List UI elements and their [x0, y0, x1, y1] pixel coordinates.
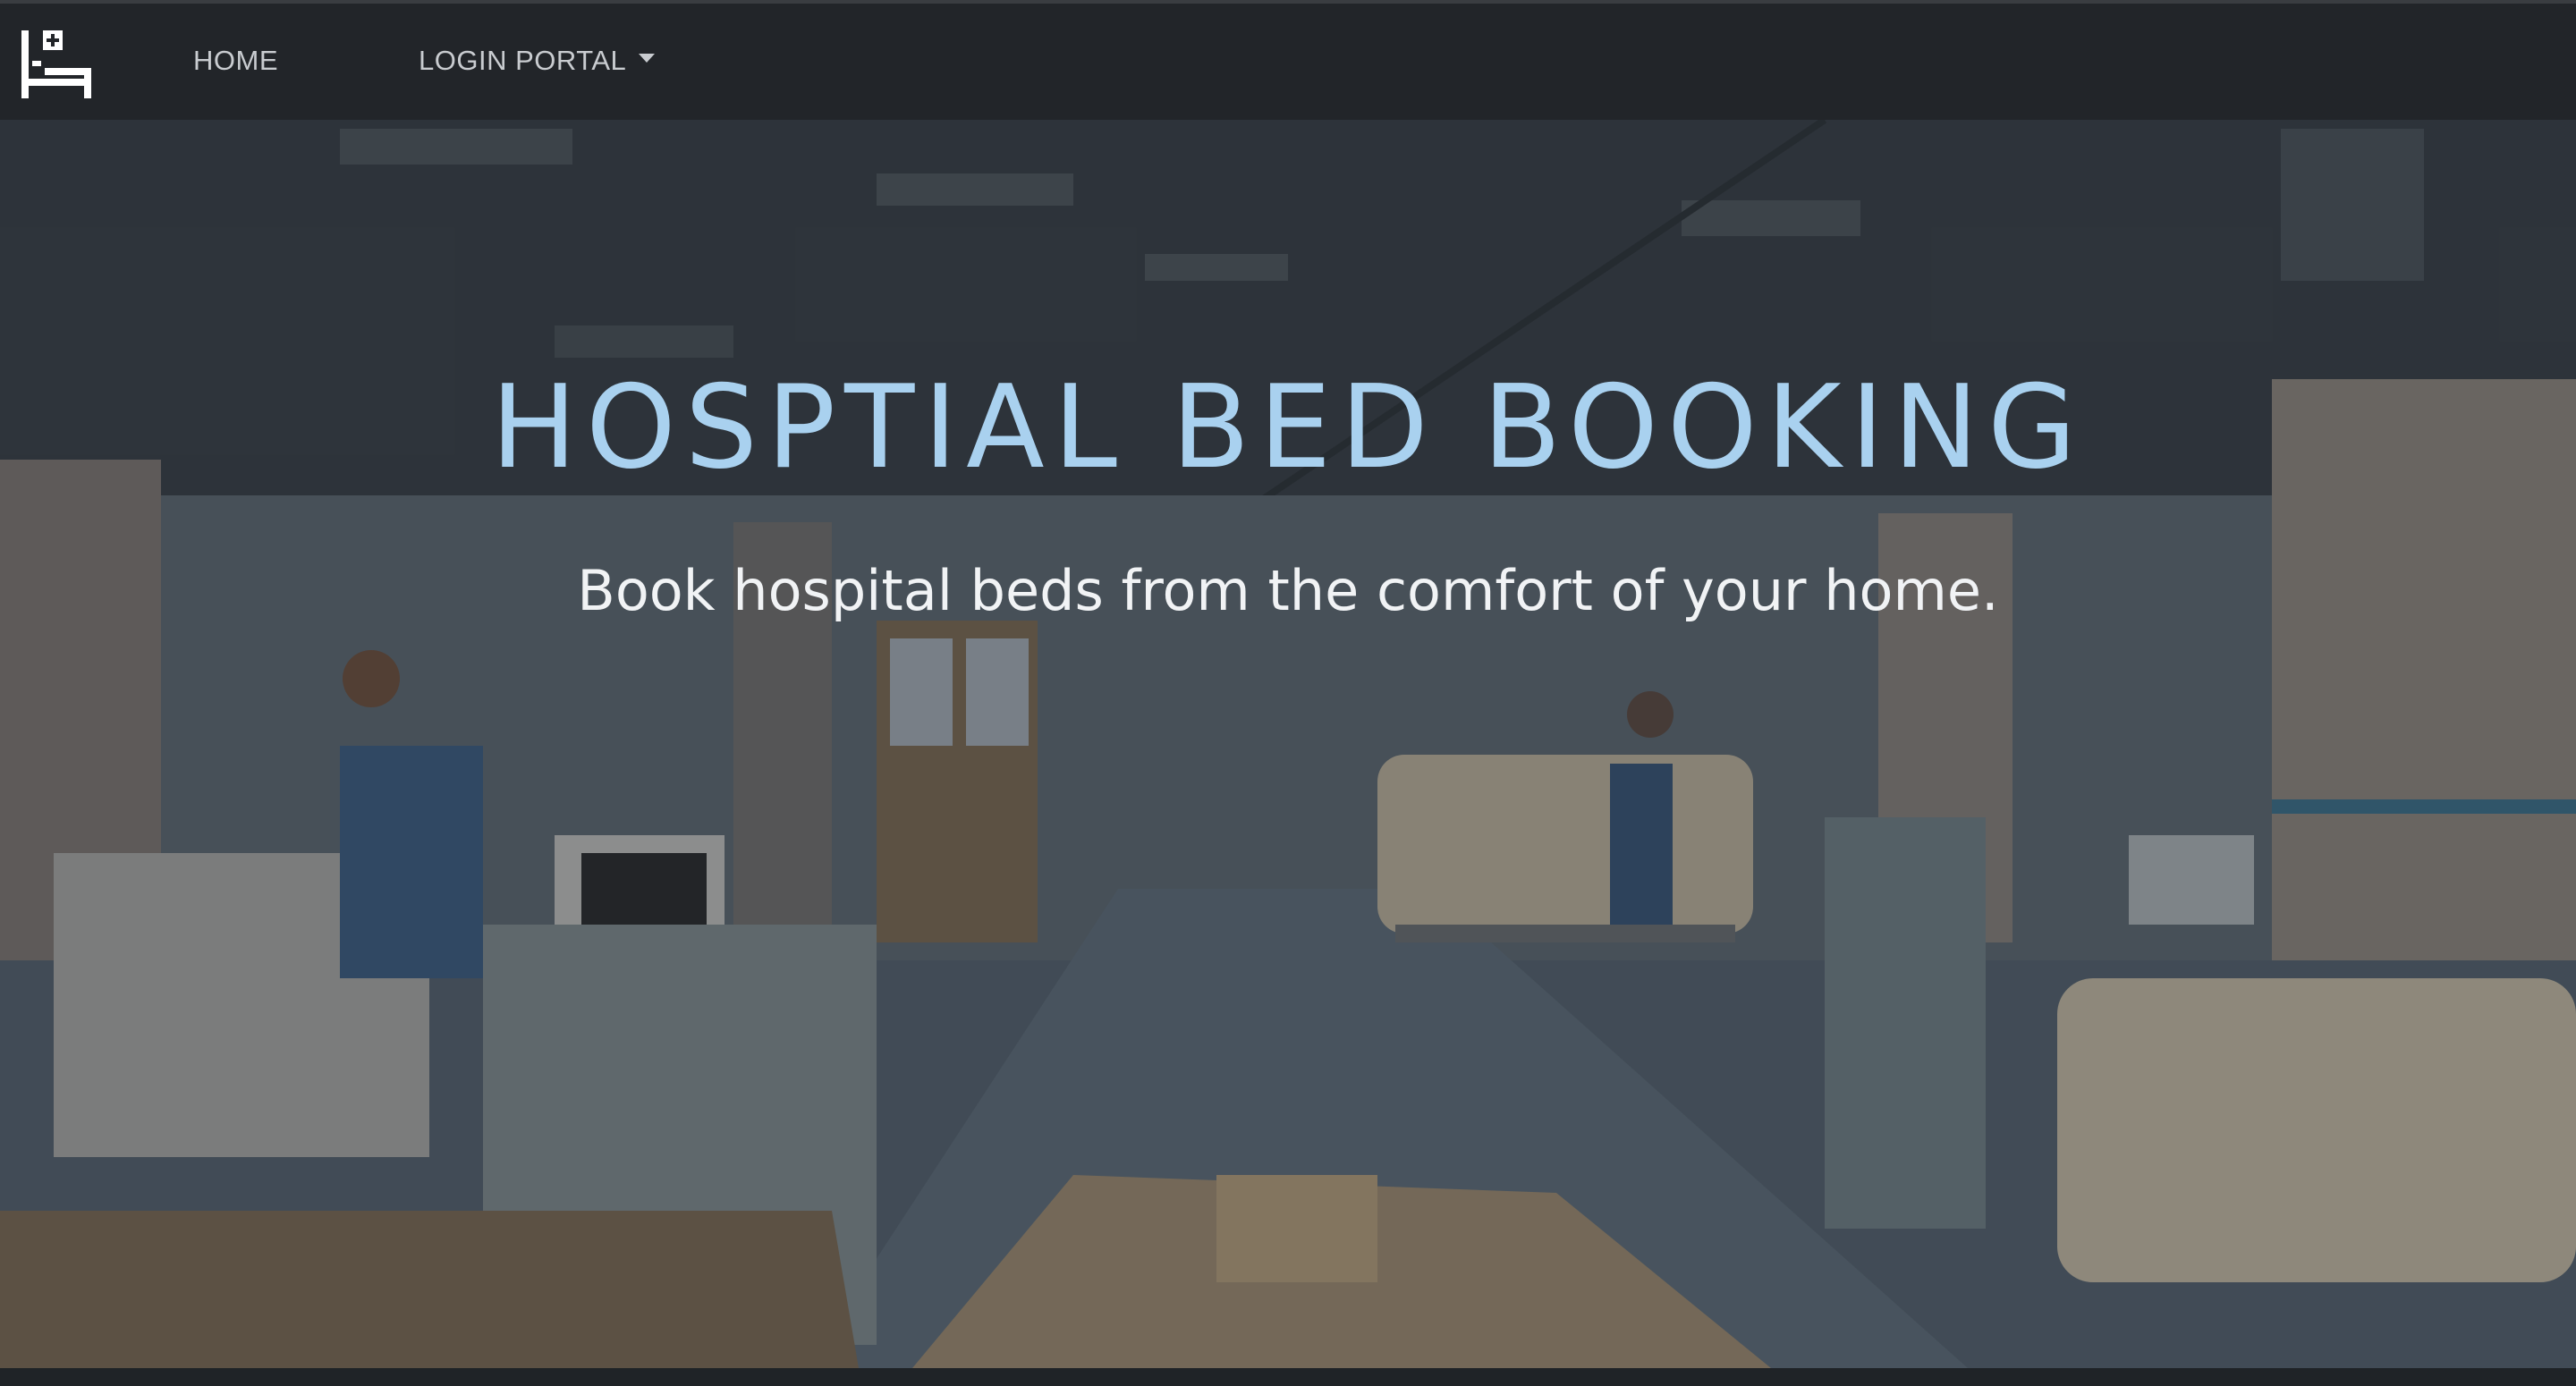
page-bottom-edge — [0, 1368, 2576, 1386]
top-navbar: HOME LOGIN PORTAL — [0, 0, 2576, 120]
nav-login-portal-dropdown[interactable]: LOGIN PORTAL — [419, 45, 656, 77]
nav-home-link[interactable]: HOME — [193, 45, 278, 77]
hospital-bed-icon[interactable] — [18, 27, 95, 104]
caret-down-icon — [639, 53, 656, 63]
nav-login-portal-label: LOGIN PORTAL — [419, 45, 627, 76]
hero-dark-overlay — [0, 120, 2576, 1368]
nav-home-label: HOME — [193, 45, 278, 76]
hero-section: HOSPTIAL BED BOOKING Book hospital beds … — [0, 120, 2576, 1368]
hero-title: HOSPTIAL BED BOOKING — [490, 361, 2086, 494]
hero-subtitle: Book hospital beds from the comfort of y… — [577, 558, 1999, 623]
